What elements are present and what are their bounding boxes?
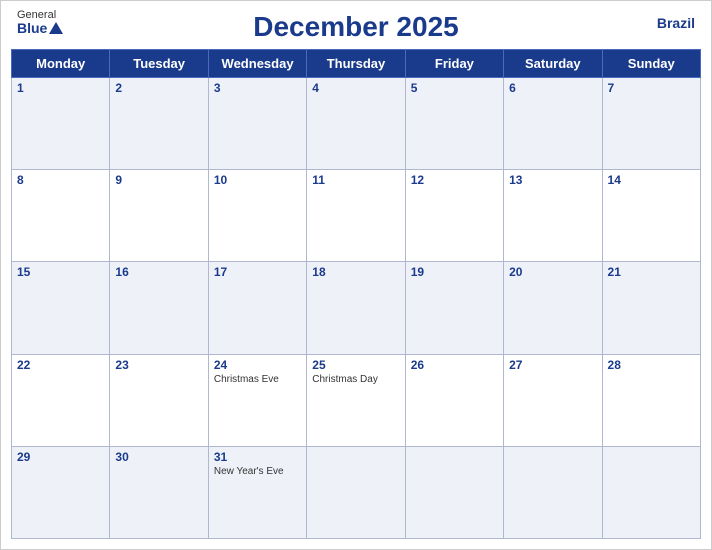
- calendar-day-cell: 19: [405, 262, 503, 354]
- calendar-day-cell: [307, 446, 405, 538]
- calendar-day-cell: 2: [110, 78, 208, 170]
- calendar-week-row: 22 23 24 Christmas Eve 25 Christmas Day 26 27 28: [12, 354, 701, 446]
- calendar-day-cell: 23: [110, 354, 208, 446]
- calendar-day-cell: 16: [110, 262, 208, 354]
- day-number: 23: [115, 358, 202, 372]
- country-label: Brazil: [657, 15, 695, 31]
- weekday-tuesday: Tuesday: [110, 50, 208, 78]
- day-number: 26: [411, 358, 498, 372]
- calendar-day-cell: 15: [12, 262, 110, 354]
- day-number: 24: [214, 358, 301, 372]
- day-number: 13: [509, 173, 596, 187]
- calendar-day-cell: 30: [110, 446, 208, 538]
- calendar-day-cell: 14: [602, 170, 700, 262]
- event-label: Christmas Eve: [214, 374, 301, 385]
- calendar-day-cell: 28: [602, 354, 700, 446]
- logo: General Blue: [17, 9, 63, 36]
- day-number: 14: [608, 173, 695, 187]
- weekday-header-row: Monday Tuesday Wednesday Thursday Friday…: [12, 50, 701, 78]
- day-number: 17: [214, 265, 301, 279]
- day-number: 3: [214, 81, 301, 95]
- calendar-day-cell: 10: [208, 170, 306, 262]
- weekday-friday: Friday: [405, 50, 503, 78]
- title-block: December 2025: [253, 11, 458, 43]
- calendar-title: December 2025: [253, 11, 458, 43]
- calendar-day-cell: 29: [12, 446, 110, 538]
- calendar-day-cell: 8: [12, 170, 110, 262]
- day-number: 5: [411, 81, 498, 95]
- calendar-week-row: 15 16 17 18 19 20 21: [12, 262, 701, 354]
- calendar-day-cell: 18: [307, 262, 405, 354]
- weekday-saturday: Saturday: [504, 50, 602, 78]
- day-number: 2: [115, 81, 202, 95]
- calendar-day-cell: 24 Christmas Eve: [208, 354, 306, 446]
- calendar-day-cell: 25 Christmas Day: [307, 354, 405, 446]
- day-number: 6: [509, 81, 596, 95]
- calendar-page: General Blue December 2025 Brazil Monday…: [0, 0, 712, 550]
- weekday-monday: Monday: [12, 50, 110, 78]
- event-label: Christmas Day: [312, 374, 399, 385]
- day-number: 15: [17, 265, 104, 279]
- day-number: 30: [115, 450, 202, 464]
- day-number: 11: [312, 173, 399, 187]
- calendar-day-cell: 22: [12, 354, 110, 446]
- logo-triangle-icon: [49, 22, 63, 34]
- calendar-day-cell: 12: [405, 170, 503, 262]
- calendar-day-cell: 4: [307, 78, 405, 170]
- day-number: 22: [17, 358, 104, 372]
- day-number: 4: [312, 81, 399, 95]
- day-number: 20: [509, 265, 596, 279]
- calendar-day-cell: 26: [405, 354, 503, 446]
- calendar-day-cell: 6: [504, 78, 602, 170]
- weekday-thursday: Thursday: [307, 50, 405, 78]
- calendar-day-cell: 17: [208, 262, 306, 354]
- day-number: 28: [608, 358, 695, 372]
- day-number: 19: [411, 265, 498, 279]
- day-number: 18: [312, 265, 399, 279]
- calendar-day-cell: 7: [602, 78, 700, 170]
- calendar-day-cell: [602, 446, 700, 538]
- logo-blue-text: Blue: [17, 21, 63, 36]
- day-number: 29: [17, 450, 104, 464]
- day-number: 25: [312, 358, 399, 372]
- calendar-day-cell: 11: [307, 170, 405, 262]
- calendar-header: General Blue December 2025 Brazil: [1, 1, 711, 49]
- day-number: 31: [214, 450, 301, 464]
- calendar-day-cell: 1: [12, 78, 110, 170]
- calendar-week-row: 89 10 11 12 13 14: [12, 170, 701, 262]
- event-label: New Year's Eve: [214, 466, 301, 477]
- calendar-day-cell: 5: [405, 78, 503, 170]
- day-number: 9: [115, 173, 202, 187]
- calendar-table: Monday Tuesday Wednesday Thursday Friday…: [11, 49, 701, 539]
- calendar-week-row: 29 30 31 New Year's Eve: [12, 446, 701, 538]
- day-number: 12: [411, 173, 498, 187]
- calendar-day-cell: 21: [602, 262, 700, 354]
- weekday-wednesday: Wednesday: [208, 50, 306, 78]
- calendar-day-cell: 3: [208, 78, 306, 170]
- day-number: 21: [608, 265, 695, 279]
- calendar-day-cell: 27: [504, 354, 602, 446]
- calendar-day-cell: [504, 446, 602, 538]
- calendar-day-cell: 20: [504, 262, 602, 354]
- calendar-day-cell: 31 New Year's Eve: [208, 446, 306, 538]
- day-number: 10: [214, 173, 301, 187]
- day-number: 7: [608, 81, 695, 95]
- calendar-day-cell: 9: [110, 170, 208, 262]
- day-number: 1: [17, 81, 104, 95]
- calendar-day-cell: [405, 446, 503, 538]
- calendar-day-cell: 13: [504, 170, 602, 262]
- day-number: 8: [17, 173, 104, 187]
- day-number: 27: [509, 358, 596, 372]
- day-number: 16: [115, 265, 202, 279]
- calendar-week-row: 1234567: [12, 78, 701, 170]
- weekday-sunday: Sunday: [602, 50, 700, 78]
